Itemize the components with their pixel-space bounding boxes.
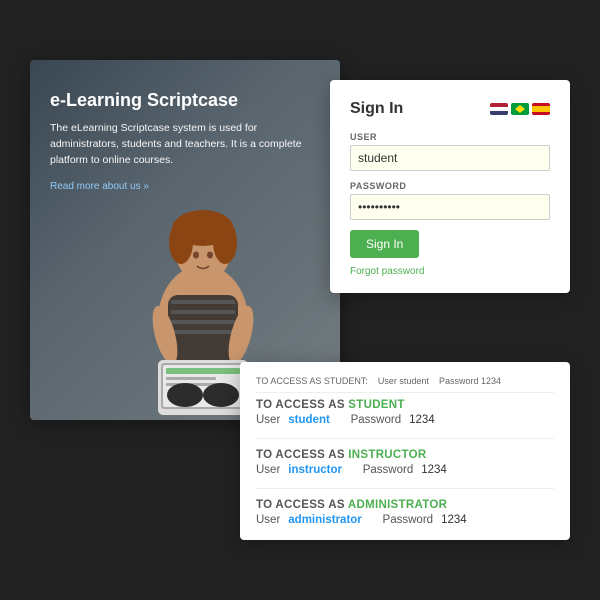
tooltip-user: User student bbox=[378, 376, 437, 386]
instructor-user-label: User bbox=[256, 464, 280, 476]
admin-password: 1234 bbox=[441, 514, 467, 526]
student-role-highlight: STUDENT bbox=[348, 399, 404, 411]
admin-title: TO ACCESS AS ADMINISTRATOR bbox=[256, 499, 554, 511]
info-section-instructor: TO ACCESS AS INSTRUCTOR User instructor … bbox=[256, 449, 554, 476]
password-label: PASSWORD bbox=[350, 181, 550, 191]
user-label: USER bbox=[350, 132, 550, 142]
divider-1 bbox=[256, 438, 554, 439]
admin-pass-label: Password bbox=[370, 514, 433, 526]
tooltip-label: TO ACCESS AS STUDENT: bbox=[256, 376, 375, 386]
tooltip-pass: Password 1234 bbox=[439, 376, 501, 386]
flag-us[interactable] bbox=[490, 103, 508, 115]
instructor-credentials: User instructor Password 1234 bbox=[256, 464, 554, 476]
student-username: student bbox=[288, 414, 330, 426]
info-card: TO ACCESS AS STUDENT: User student Passw… bbox=[240, 362, 570, 540]
admin-credentials: User administrator Password 1234 bbox=[256, 514, 554, 526]
admin-user-label: User bbox=[256, 514, 280, 526]
flag-br[interactable] bbox=[511, 103, 529, 115]
admin-username: administrator bbox=[288, 514, 362, 526]
admin-role-highlight: ADMINISTRATOR bbox=[348, 499, 447, 511]
student-password: 1234 bbox=[409, 414, 435, 426]
app-description: The eLearning Scriptcase system is used … bbox=[50, 121, 320, 168]
student-user-label: User bbox=[256, 414, 280, 426]
user-field-group: USER bbox=[350, 132, 550, 181]
sign-in-header: Sign In bbox=[350, 100, 550, 118]
app-title: e-Learning Scriptcase bbox=[50, 90, 320, 111]
instructor-role-highlight: INSTRUCTOR bbox=[348, 449, 426, 461]
password-input[interactable] bbox=[350, 194, 550, 220]
instructor-password: 1234 bbox=[421, 464, 447, 476]
student-credentials: User student Password 1234 bbox=[256, 414, 554, 426]
instructor-title: TO ACCESS AS INSTRUCTOR bbox=[256, 449, 554, 461]
main-container: e-Learning Scriptcase The eLearning Scri… bbox=[30, 60, 570, 540]
tooltip-mini: TO ACCESS AS STUDENT: User student Passw… bbox=[256, 376, 554, 393]
sign-in-panel: Sign In USER PASSWORD Sign In Forgot pas… bbox=[330, 80, 570, 293]
password-field-group: PASSWORD bbox=[350, 181, 550, 230]
info-section-admin: TO ACCESS AS ADMINISTRATOR User administ… bbox=[256, 499, 554, 526]
user-input[interactable] bbox=[350, 145, 550, 171]
divider-2 bbox=[256, 488, 554, 489]
student-title: TO ACCESS AS STUDENT bbox=[256, 399, 554, 411]
language-flags bbox=[490, 103, 550, 115]
flag-es[interactable] bbox=[532, 103, 550, 115]
sign-in-button[interactable]: Sign In bbox=[350, 230, 419, 258]
instructor-username: instructor bbox=[288, 464, 342, 476]
student-pass-label: Password bbox=[338, 414, 401, 426]
instructor-pass-label: Password bbox=[350, 464, 413, 476]
read-more-link[interactable]: Read more about us » bbox=[50, 181, 149, 192]
info-section-student: TO ACCESS AS STUDENT User student Passwo… bbox=[256, 399, 554, 426]
forgot-password-link[interactable]: Forgot password bbox=[350, 266, 550, 277]
left-panel-content: e-Learning Scriptcase The eLearning Scri… bbox=[50, 90, 320, 194]
sign-in-title: Sign In bbox=[350, 100, 403, 118]
